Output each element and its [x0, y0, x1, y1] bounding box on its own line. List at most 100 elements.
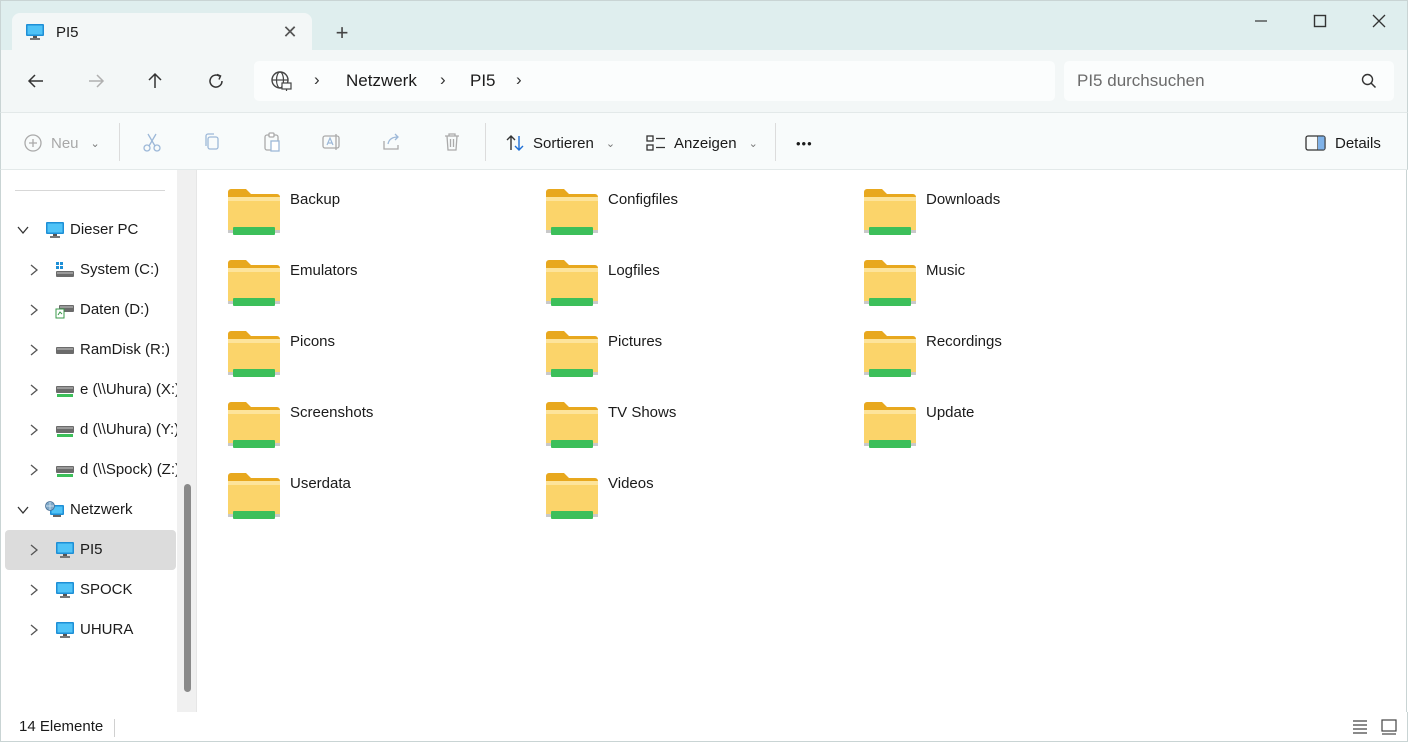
folder-item[interactable]: Update — [833, 383, 1133, 448]
folder-name: Update — [926, 404, 975, 421]
folder-name: Configfiles — [608, 191, 679, 208]
address-bar[interactable]: › Netzwerk › PI5 › — [254, 61, 1055, 101]
sidebar-item-netzwerk[interactable]: Netzwerk — [5, 490, 176, 530]
folder-item[interactable]: Emulators — [197, 241, 497, 306]
sidebar-item-pi5[interactable]: PI5 — [5, 530, 176, 570]
folder-item[interactable]: Configfiles — [515, 170, 815, 235]
trash-icon[interactable] — [441, 131, 463, 153]
search-input[interactable] — [1077, 71, 1347, 91]
copy-icon[interactable] — [201, 131, 223, 153]
sidebar-item-uhura[interactable]: UHURA — [5, 610, 176, 650]
plus-circle-icon — [24, 134, 42, 152]
windows-drive-icon — [56, 262, 74, 277]
folder-name: Videos — [608, 475, 654, 492]
sidebar-item-daten-d[interactable]: Daten (D:) — [5, 290, 176, 330]
details-view-icon[interactable] — [1351, 718, 1369, 736]
sidebar-item-spock-z[interactable]: d (\\Spock) (Z:) — [5, 450, 180, 490]
folder-name: Emulators — [290, 262, 358, 279]
command-bar: Neu ⌄ Sortieren ⌄ Anzeigen ⌄ ••• Details — [0, 112, 1408, 170]
forward-button[interactable] — [80, 65, 112, 97]
chevron-right-icon[interactable] — [27, 263, 41, 277]
folder-item[interactable]: Music — [833, 241, 1133, 306]
divider — [119, 123, 120, 161]
minimize-icon — [1254, 20, 1267, 22]
folder-item[interactable]: Videos — [515, 454, 815, 519]
chevron-right-icon[interactable]: › — [314, 70, 320, 90]
folder-item[interactable]: Downloads — [833, 170, 1133, 235]
view-button[interactable]: Anzeigen ⌄ — [646, 131, 758, 155]
close-tab-icon[interactable]: ✕ — [278, 20, 302, 44]
folder-item[interactable]: Picons — [197, 312, 497, 377]
up-button[interactable] — [139, 65, 171, 97]
large-icons-view-icon[interactable] — [1380, 718, 1398, 736]
more-options-button[interactable]: ••• — [796, 131, 813, 155]
new-button[interactable]: Neu ⌄ — [23, 131, 100, 155]
chevron-right-icon[interactable] — [27, 463, 41, 477]
share-icon[interactable] — [381, 131, 403, 153]
sidebar-item-uhura-y[interactable]: d (\\Uhura) (Y:) — [5, 410, 179, 450]
chevron-right-icon[interactable]: › — [516, 70, 522, 90]
search-box[interactable] — [1064, 61, 1394, 101]
details-label: Details — [1335, 134, 1381, 152]
folder-name: Logfiles — [608, 262, 660, 279]
paste-icon[interactable] — [261, 131, 283, 153]
sort-button[interactable]: Sortieren ⌄ — [505, 131, 615, 155]
monitor-icon — [46, 222, 64, 238]
sidebar-item-label: RamDisk (R:) — [80, 341, 170, 358]
sidebar-item-dieser-pc[interactable]: Dieser PC — [5, 210, 176, 250]
sidebar-item-uhura-x[interactable]: e (\\Uhura) (X:) — [5, 370, 180, 410]
chevron-right-icon[interactable] — [27, 583, 41, 597]
divider — [485, 123, 486, 161]
sidebar-item-ramdisk-r[interactable]: RamDisk (R:) — [5, 330, 176, 370]
maximize-icon — [1313, 14, 1326, 28]
sidebar-item-label: SPOCK — [80, 581, 133, 598]
minimize-button[interactable] — [1231, 1, 1290, 41]
sidebar-item-label: UHURA — [80, 621, 134, 638]
new-tab-button[interactable]: + — [327, 20, 357, 46]
more-icon: ••• — [796, 135, 813, 151]
shared-folder-icon — [546, 189, 598, 235]
view-list-icon — [646, 135, 665, 151]
shared-folder-icon — [228, 402, 280, 448]
tab-pi5[interactable]: PI5 ✕ — [12, 13, 312, 52]
sidebar-item-label: e (\\Uhura) (X:) — [80, 381, 181, 398]
folder-item[interactable]: Pictures — [515, 312, 815, 377]
chevron-right-icon[interactable] — [27, 623, 41, 637]
rename-icon[interactable] — [321, 131, 343, 153]
breadcrumb-pi5[interactable]: PI5 — [470, 71, 496, 91]
chevron-down-icon: ⌄ — [90, 137, 100, 150]
details-pane-icon — [1305, 135, 1326, 151]
title-bar: PI5 ✕ + — [0, 0, 1408, 52]
shared-folder-icon — [546, 260, 598, 306]
folder-item[interactable]: Logfiles — [515, 241, 815, 306]
chevron-right-icon[interactable] — [27, 423, 41, 437]
chevron-down-icon[interactable] — [16, 223, 30, 237]
chevron-down-icon[interactable] — [16, 503, 30, 517]
chevron-right-icon[interactable] — [27, 303, 41, 317]
shared-folder-icon — [546, 473, 598, 519]
back-button[interactable] — [20, 65, 52, 97]
close-window-button[interactable] — [1349, 1, 1408, 41]
details-button[interactable]: Details — [1305, 131, 1381, 155]
chevron-right-icon[interactable]: › — [440, 70, 446, 90]
sidebar-item-system-c[interactable]: System (C:) — [5, 250, 176, 290]
chevron-right-icon[interactable] — [27, 543, 41, 557]
chevron-right-icon[interactable] — [27, 383, 41, 397]
folder-item[interactable]: Screenshots — [197, 383, 497, 448]
shared-folder-icon — [864, 331, 916, 377]
maximize-button[interactable] — [1290, 1, 1349, 41]
folder-item[interactable]: Recordings — [833, 312, 1133, 377]
refresh-button[interactable] — [200, 65, 232, 97]
chevron-right-icon[interactable] — [27, 343, 41, 357]
folder-item[interactable]: TV Shows — [515, 383, 815, 448]
breadcrumb-netzwerk[interactable]: Netzwerk — [346, 71, 417, 91]
sidebar-item-spock[interactable]: SPOCK — [5, 570, 176, 610]
cut-icon[interactable] — [141, 131, 163, 153]
sort-label: Sortieren — [533, 134, 594, 152]
search-icon[interactable] — [1360, 72, 1378, 90]
folder-item[interactable]: Userdata — [197, 454, 497, 519]
folder-item[interactable]: Backup — [197, 170, 497, 235]
folder-name: Userdata — [290, 475, 351, 492]
tab-title: PI5 — [56, 24, 79, 41]
sidebar-scrollbar-thumb[interactable] — [184, 484, 191, 692]
